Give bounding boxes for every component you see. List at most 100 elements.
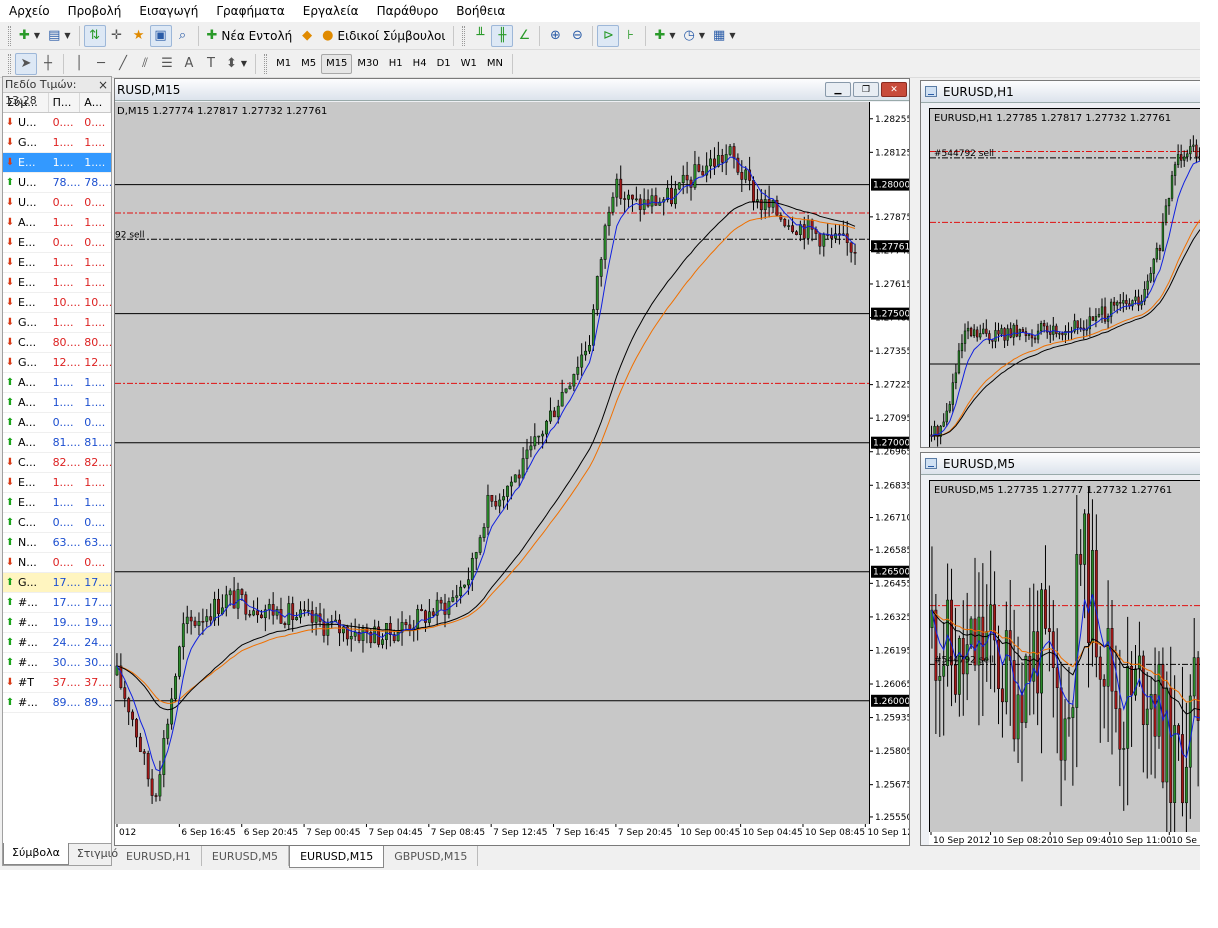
- timeframe-m15[interactable]: M15: [321, 53, 353, 74]
- timeframe-m1[interactable]: M1: [271, 54, 296, 74]
- expert-advisors-button[interactable]: ● Ειδικοί Σύμβουλοι: [318, 25, 449, 47]
- market-watch-row[interactable]: ⬆ #... 89.... 89....: [3, 693, 111, 713]
- market-watch-row[interactable]: ⬆ U... 78.... 78....: [3, 173, 111, 193]
- menu-tools[interactable]: Εργαλεία: [294, 0, 368, 22]
- metaeditor-button[interactable]: ◆: [296, 25, 318, 47]
- new-order-button[interactable]: ✚ Νέα Εντολή: [203, 25, 297, 47]
- toolbar-grip[interactable]: [8, 25, 11, 46]
- chart-tab-eurusd-m15[interactable]: EURUSD,M15: [289, 846, 385, 868]
- menu-help[interactable]: Βοήθεια: [447, 0, 514, 22]
- market-watch-row[interactable]: ⬆ G... 17.... 17....: [3, 573, 111, 593]
- toolbar-grip[interactable]: [264, 53, 268, 74]
- chart-tab-eurusd-h1[interactable]: EURUSD,H1: [116, 846, 202, 866]
- chart-shift-button[interactable]: ⊦: [619, 25, 641, 47]
- price-axis[interactable]: 1.282551.281251.278751.277451.276151.274…: [869, 102, 909, 835]
- menu-insert[interactable]: Εισαγωγή: [130, 0, 207, 22]
- market-watch-row[interactable]: ⬇ A... 1.... 1....: [3, 213, 111, 233]
- market-watch-row[interactable]: ⬇ G... 12.... 12....: [3, 353, 111, 373]
- terminal-button[interactable]: ▣: [149, 24, 172, 47]
- market-watch-row[interactable]: ⬆ E... 1.... 1....: [3, 493, 111, 513]
- market-watch-row[interactable]: ⬆ #... 30.... 30....: [3, 653, 111, 673]
- horizontal-line-button[interactable]: ─: [90, 53, 112, 75]
- strategy-tester-button[interactable]: ⌕: [172, 25, 194, 47]
- market-watch-row[interactable]: ⬇ C... 82.... 82....: [3, 453, 111, 473]
- cursor-button[interactable]: ➤: [15, 52, 37, 75]
- chart-window-titlebar[interactable]: EURUSD,H1: [921, 81, 1200, 103]
- chart-tab-gbpusd-m15[interactable]: GBPUSD,M15: [384, 846, 479, 866]
- fibonacci-button[interactable]: ☰: [156, 53, 178, 75]
- tab-symbols[interactable]: Σύμβολα: [3, 843, 69, 865]
- market-watch-row[interactable]: ⬇ E... 0.... 0....: [3, 233, 111, 253]
- market-watch-row[interactable]: ⬇ E... 1.... 1....: [3, 473, 111, 493]
- indicators-button[interactable]: ✚ ▼: [650, 25, 679, 47]
- chart-area-m5[interactable]: #544792 sell EURUSD,M5 1.27735 1.27777 1…: [929, 480, 1200, 832]
- market-watch-row[interactable]: ⬇ E... 1.... 1....: [3, 273, 111, 293]
- toolbar-grip[interactable]: [462, 25, 466, 46]
- trendline-button[interactable]: ╱: [112, 53, 134, 75]
- timeframe-d1[interactable]: D1: [432, 54, 456, 74]
- timeframe-m5[interactable]: M5: [296, 54, 321, 74]
- new-chart-button[interactable]: ✚ ▼: [15, 25, 44, 47]
- line-chart-button[interactable]: ∠: [513, 25, 535, 47]
- menu-file[interactable]: Αρχείο: [0, 0, 59, 22]
- minimize-icon[interactable]: ▁: [825, 82, 851, 97]
- timeframe-h1[interactable]: H1: [384, 54, 408, 74]
- market-watch-row[interactable]: ⬆ C... 0.... 0....: [3, 513, 111, 533]
- auto-scroll-button[interactable]: ⊳: [597, 24, 620, 47]
- market-watch-row[interactable]: ⬇ E... 1.... 1....: [3, 153, 111, 173]
- text-button[interactable]: A: [178, 53, 200, 75]
- bar-chart-button[interactable]: ╨: [469, 25, 491, 47]
- timeframe-mn[interactable]: MN: [482, 54, 508, 74]
- chart-window-titlebar[interactable]: EURUSD,M5: [921, 453, 1200, 475]
- market-watch-row[interactable]: ⬇ U... 0.... 0....: [3, 193, 111, 213]
- market-watch-row[interactable]: ⬇ U... 0.... 0....: [3, 113, 111, 133]
- data-window-button[interactable]: ✛: [106, 25, 128, 47]
- arrows-button[interactable]: ⬍ ▼: [222, 53, 251, 75]
- candle-chart-button[interactable]: ╫: [491, 24, 514, 47]
- market-watch-row[interactable]: ⬆ A... 1.... 1....: [3, 393, 111, 413]
- text-label-button[interactable]: T: [200, 53, 222, 75]
- restore-icon[interactable]: ❐: [853, 82, 879, 97]
- market-watch-row[interactable]: ⬆ #... 19.... 19....: [3, 613, 111, 633]
- market-watch-row[interactable]: ⬆ N... 63.... 63....: [3, 533, 111, 553]
- navigator-button[interactable]: ★: [128, 25, 150, 47]
- market-watch-row[interactable]: ⬆ A... 81.... 81....: [3, 433, 111, 453]
- periods-button[interactable]: ◷ ▼: [680, 25, 710, 47]
- market-watch-row[interactable]: ⬇ E... 1.... 1....: [3, 253, 111, 273]
- market-watch-button[interactable]: ⇅: [83, 24, 106, 47]
- crosshair-button[interactable]: ┼: [37, 53, 59, 75]
- chart-area-h1[interactable]: #544792 sell EURUSD,H1 1.27785 1.27817 1…: [929, 108, 1200, 447]
- chart-window-titlebar[interactable]: RUSD,M15: [115, 79, 909, 101]
- column-header-bid[interactable]: Π...: [49, 93, 81, 112]
- time-axis[interactable]: 10 Sep 2012 10 Sep 08:20 10 Sep 09:40 10 Se…: [929, 832, 1200, 845]
- market-watch-row[interactable]: ⬇ C... 80.... 80....: [3, 333, 111, 353]
- vertical-line-button[interactable]: │: [68, 53, 90, 75]
- market-watch-row[interactable]: ⬆ #... 24.... 24....: [3, 633, 111, 653]
- timeframe-m30[interactable]: M30: [352, 54, 383, 74]
- templates-button[interactable]: ▦ ▼: [709, 25, 739, 47]
- market-watch-row[interactable]: ⬆ A... 0.... 0....: [3, 413, 111, 433]
- chart-window-eurusd-h1[interactable]: EURUSD,H1 #544792 sell EURUSD,H1 1.27785…: [920, 80, 1200, 448]
- close-icon[interactable]: ×: [98, 77, 108, 93]
- market-watch-row[interactable]: ⬆ A... 1.... 1....: [3, 373, 111, 393]
- menu-view[interactable]: Προβολή: [59, 0, 131, 22]
- time-axis[interactable]: 012 6 Sep 16:45 6 Sep 20:45 7 Sep 00:45 7 Se…: [115, 824, 909, 845]
- chart-area-m15[interactable]: 92 sell D,M15 1.27774 1.27817 1.27732 1.…: [115, 102, 869, 835]
- chart-window-eurusd-m15[interactable]: RUSD,M15 ▁ ❐ ✕ 92 sell D,M15 1.27774 1.2…: [114, 78, 910, 846]
- market-watch-row[interactable]: ⬆ #... 17.... 17....: [3, 593, 111, 613]
- market-watch-row[interactable]: ⬇ #T 37.... 37....: [3, 673, 111, 693]
- chart-window-eurusd-m5[interactable]: EURUSD,M5 #544792 sell EURUSD,M5 1.27735…: [920, 452, 1200, 846]
- chart-tab-eurusd-m5[interactable]: EURUSD,M5: [202, 846, 290, 866]
- menu-window[interactable]: Παράθυρο: [368, 0, 448, 22]
- zoom-out-button[interactable]: ⊖: [566, 25, 588, 47]
- market-watch-row[interactable]: ⬇ G... 1.... 1....: [3, 313, 111, 333]
- timeframe-w1[interactable]: W1: [456, 54, 482, 74]
- column-header-ask[interactable]: Α...: [80, 93, 111, 112]
- market-watch-row[interactable]: ⬇ E... 10.... 10....: [3, 293, 111, 313]
- close-icon[interactable]: ✕: [881, 82, 907, 97]
- equidistant-channel-button[interactable]: ⫽: [134, 53, 156, 75]
- zoom-in-button[interactable]: ⊕: [544, 25, 566, 47]
- timeframe-h4[interactable]: H4: [408, 54, 432, 74]
- market-watch-row[interactable]: ⬇ N... 0.... 0....: [3, 553, 111, 573]
- profiles-button[interactable]: ▤ ▼: [44, 25, 74, 47]
